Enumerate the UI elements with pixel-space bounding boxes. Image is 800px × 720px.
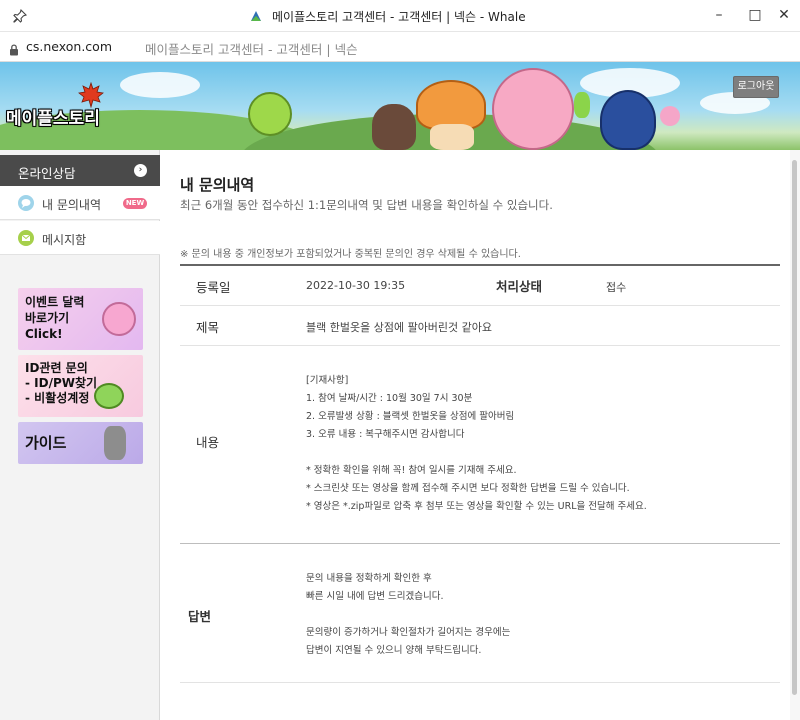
row-divider xyxy=(180,682,780,683)
privacy-notice: ※ 문의 내용 중 개인정보가 포함되었거나 중복된 문의인 경우 삭제될 수 … xyxy=(180,249,521,260)
content-line: 2. 오류발생 상황 : 블랙셋 한벌옷을 상점에 팔아버림 xyxy=(306,411,515,422)
table-top-border xyxy=(180,264,780,266)
pink-bean-character xyxy=(492,68,574,150)
sidebar: 온라인상담 › 내 문의내역 NEW 메시지함 이벤트 달력 바로가기 Clic… xyxy=(0,150,160,720)
registered-label: 등록일 xyxy=(196,280,231,295)
maplestory-banner: 메이플스토리 xyxy=(0,62,800,150)
content-line xyxy=(306,444,647,462)
subject-label: 제목 xyxy=(196,320,220,335)
maplestory-logo[interactable]: 메이플스토리 xyxy=(6,104,100,129)
content-body: [기재사항] 1. 참여 날짜/시간 : 10월 30일 7시 30분 2. 오… xyxy=(306,372,647,516)
id-inquiry-text: ID관련 문의 - ID/PW찾기 - 비활성계정 xyxy=(25,361,98,405)
close-icon[interactable]: ✕ xyxy=(772,4,796,26)
subject-value: 블랙 한벌옷을 상점에 팔아버린것 같아요 xyxy=(306,321,493,334)
sidebar-header[interactable]: 온라인상담 › xyxy=(0,155,160,186)
slime-icon xyxy=(94,383,124,409)
sidebar-item-my-inquiries[interactable]: 내 문의내역 NEW xyxy=(0,186,160,220)
logout-button[interactable]: 로그아웃 xyxy=(733,76,779,98)
minimize-icon[interactable]: – xyxy=(707,4,731,26)
answer-label: 답변 xyxy=(188,609,212,624)
event-calendar-banner[interactable]: 이벤트 달력 바로가기 Click! xyxy=(18,288,143,350)
content-label: 내용 xyxy=(196,435,220,450)
inquiry-detail: 내 문의내역 최근 6개월 동안 접수하신 1:1문의내역 및 답변 내용을 확… xyxy=(160,150,790,720)
sidebar-header-label: 온라인상담 xyxy=(18,166,76,181)
page-title: 내 문의내역 xyxy=(180,176,255,194)
dark-character xyxy=(372,104,416,150)
answer-line: 빠른 시일 내에 답변 드리겠습니다. xyxy=(306,591,444,602)
sidebar-item-label: 메시지함 xyxy=(42,233,87,247)
scrollbar-thumb[interactable] xyxy=(792,160,797,695)
status-label: 처리상태 xyxy=(496,279,543,294)
lock-icon[interactable] xyxy=(9,41,19,56)
registered-value: 2022-10-30 19:35 xyxy=(306,279,406,292)
chevron-right-icon[interactable]: › xyxy=(134,164,147,177)
content-line: 3. 오류 내용 : 복구해주시면 감사합니다 xyxy=(306,429,465,440)
event-calendar-text: 이벤트 달력 바로가기 Click! xyxy=(25,295,85,341)
row-divider xyxy=(180,305,780,306)
guide-text: 가이드 xyxy=(25,434,67,452)
envelope-icon xyxy=(18,230,34,246)
statue-icon xyxy=(104,426,126,460)
content-line: * 스크린샷 또는 영상을 함께 접수해 주시면 보다 정확한 답변을 드릴 수… xyxy=(306,483,630,494)
penguin-character xyxy=(600,90,656,150)
answer-line xyxy=(306,606,510,624)
answer-line: 문의량이 증가하거나 확인절차가 길어지는 경우에는 xyxy=(306,627,511,638)
mushroom-face xyxy=(430,124,474,150)
sidebar-item-label: 내 문의내역 xyxy=(42,198,102,212)
sidebar-item-messages[interactable]: 메시지함 xyxy=(0,221,160,255)
content-line: * 영상은 *.zip파일로 압축 후 첨부 또는 영상을 확인할 수 있는 U… xyxy=(306,501,647,512)
answer-line: 답변이 지연될 수 있으니 양해 부탁드립니다. xyxy=(306,645,482,656)
page-subtitle: 최근 6개월 동안 접수하신 1:1문의내역 및 답변 내용을 확인하실 수 있… xyxy=(180,198,553,212)
headphone-icon xyxy=(574,92,590,118)
content-line: 1. 참여 날짜/시간 : 10월 30일 7시 30분 xyxy=(306,393,473,404)
speech-bubble-icon xyxy=(18,195,34,211)
status-value: 접수 xyxy=(606,281,627,294)
maximize-icon[interactable]: □ xyxy=(743,4,767,26)
content-line: * 정확한 확인을 위해 꼭! 참여 일시를 기재해 주세요. xyxy=(306,465,517,476)
row-divider xyxy=(180,345,780,346)
small-pink-character xyxy=(660,106,680,126)
slime-character xyxy=(248,92,292,136)
maple-favicon-icon xyxy=(249,8,263,22)
guide-banner[interactable]: 가이드 xyxy=(18,422,143,464)
id-inquiry-banner[interactable]: ID관련 문의 - ID/PW찾기 - 비활성계정 xyxy=(18,355,143,417)
title-bar: 메이플스토리 고객센터 - 고객센터 | 넥슨 - Whale – □ ✕ xyxy=(0,0,800,32)
page-scrollbar[interactable] xyxy=(790,150,800,720)
answer-body: 문의 내용을 정확하게 확인한 후 빠른 시일 내에 답변 드리겠습니다. 문의… xyxy=(306,570,510,660)
answer-line: 문의 내용을 정확하게 확인한 후 xyxy=(306,573,432,584)
new-badge: NEW xyxy=(123,198,147,209)
address-host[interactable]: cs.nexon.com xyxy=(26,39,112,54)
window-title: 메이플스토리 고객센터 - 고객센터 | 넥슨 - Whale xyxy=(272,10,526,24)
orange-mushroom-character xyxy=(416,80,486,130)
content-line: [기재사항] xyxy=(306,375,349,386)
pin-icon[interactable] xyxy=(12,8,28,24)
pink-bean-icon xyxy=(102,302,136,336)
row-divider xyxy=(180,543,780,544)
address-page-title[interactable]: 메이플스토리 고객센터 - 고객센터 | 넥슨 xyxy=(145,39,358,58)
address-bar[interactable]: cs.nexon.com 메이플스토리 고객센터 - 고객센터 | 넥슨 xyxy=(0,32,800,62)
